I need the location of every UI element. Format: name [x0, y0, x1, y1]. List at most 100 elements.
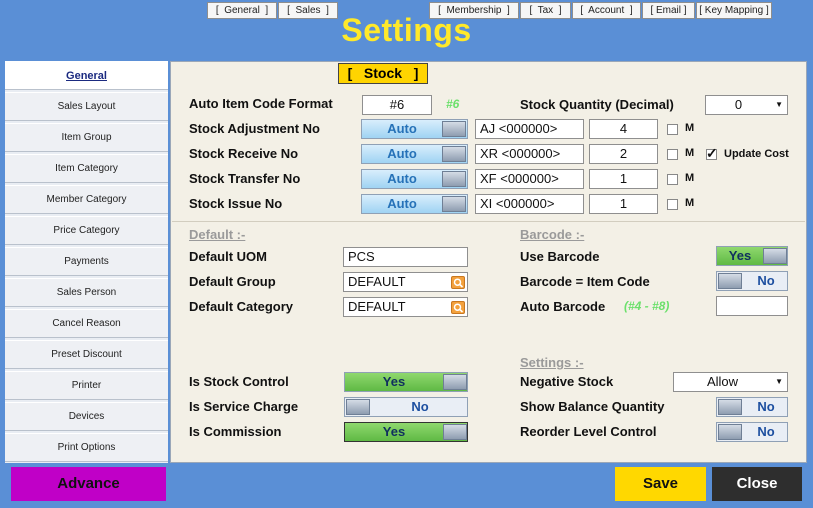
stock-receive-digits-input[interactable]: 2: [589, 144, 658, 164]
sidebar-item-item-category[interactable]: Item Category: [5, 154, 168, 183]
stock-transfer-digits-input[interactable]: 1: [589, 169, 658, 189]
sidebar-item-cancel-reason[interactable]: Cancel Reason: [5, 309, 168, 338]
stock-transfer-mode-toggle[interactable]: Auto: [361, 169, 468, 189]
sidebar-item-item-group[interactable]: Item Group: [5, 123, 168, 152]
auto-item-code-hint: #6: [446, 97, 460, 111]
service-charge-toggle[interactable]: No: [344, 397, 468, 417]
stock-adjustment-label: Stock Adjustment No: [189, 121, 320, 136]
tab-sales[interactable]: [ Sales ]: [278, 2, 338, 19]
default-uom-label: Default UOM: [189, 249, 267, 264]
toggle-knob: [442, 171, 466, 187]
tab-general[interactable]: [ General ]: [207, 2, 277, 19]
show-balance-quantity-label: Show Balance Quantity: [520, 399, 665, 414]
chevron-down-icon: ▼: [775, 377, 783, 386]
toggle-knob: [442, 121, 466, 137]
stock-transfer-manual-checkbox[interactable]: [667, 174, 678, 185]
stock-transfer-prefix-input[interactable]: XF <000000>: [475, 169, 584, 189]
tab-key-mapping[interactable]: [ Key Mapping ]: [696, 2, 772, 19]
save-button[interactable]: Save: [615, 467, 706, 501]
negative-stock-value: Allow: [706, 374, 739, 389]
sidebar-item-member-category[interactable]: Member Category: [5, 185, 168, 214]
negative-stock-select[interactable]: Allow ▼: [673, 372, 788, 392]
section-divider: [172, 221, 805, 222]
tab-membership[interactable]: [ Membership ]: [429, 2, 519, 19]
use-barcode-label: Use Barcode: [520, 249, 600, 264]
manual-label: M: [685, 147, 695, 159]
settings-sidebar: General Sales Layout Item Group Item Cat…: [5, 61, 168, 463]
default-uom-input[interactable]: PCS: [343, 247, 468, 267]
negative-stock-label: Negative Stock: [520, 374, 614, 389]
service-charge-label: Is Service Charge: [189, 399, 299, 414]
sidebar-item-general[interactable]: General: [5, 61, 168, 90]
stock-adjustment-mode-toggle[interactable]: Auto: [361, 119, 468, 139]
auto-item-code-input[interactable]: #6: [362, 95, 432, 115]
stock-issue-mode-toggle[interactable]: Auto: [361, 194, 468, 214]
default-category-input[interactable]: DEFAULT: [343, 297, 468, 317]
barcode-item-code-toggle[interactable]: No: [716, 271, 788, 291]
toggle-knob: [443, 424, 467, 440]
stock-receive-prefix-input[interactable]: XR <000000>: [475, 144, 584, 164]
default-group-input[interactable]: DEFAULT: [343, 272, 468, 292]
manual-label: M: [685, 122, 695, 134]
stock-control-toggle[interactable]: Yes: [344, 372, 468, 392]
tab-email[interactable]: [ Email ]: [642, 2, 695, 19]
auto-barcode-hint: (#4 - #8): [624, 299, 670, 313]
advance-button[interactable]: Advance: [11, 467, 166, 501]
stock-issue-prefix-input[interactable]: XI <000000>: [475, 194, 584, 214]
toggle-value: Auto: [387, 196, 417, 211]
search-icon[interactable]: [451, 301, 465, 314]
stock-issue-manual-checkbox[interactable]: [667, 199, 678, 210]
sidebar-item-price-category[interactable]: Price Category: [5, 216, 168, 245]
stock-quantity-decimal-value: 0: [734, 97, 743, 112]
sidebar-item-preset-discount[interactable]: Preset Discount: [5, 340, 168, 369]
stock-adjustment-prefix-input[interactable]: AJ <000000>: [475, 119, 584, 139]
stock-adjustment-digits-input[interactable]: 4: [589, 119, 658, 139]
stock-receive-manual-checkbox[interactable]: [667, 149, 678, 160]
stock-quantity-decimal-label: Stock Quantity (Decimal): [520, 97, 674, 112]
auto-barcode-input[interactable]: [716, 296, 788, 316]
auto-item-code-label: Auto Item Code Format: [189, 96, 333, 111]
check-icon: ✓: [706, 145, 718, 161]
sidebar-item-printer[interactable]: Printer: [5, 371, 168, 400]
toggle-value: Yes: [382, 424, 406, 439]
tab-account[interactable]: [ Account ]: [572, 2, 641, 19]
barcode-item-code-label: Barcode = Item Code: [520, 274, 650, 289]
sidebar-item-print-options[interactable]: Print Options: [5, 433, 168, 462]
close-button[interactable]: Close: [712, 467, 802, 501]
update-cost-label: Update Cost: [724, 148, 789, 160]
search-icon[interactable]: [451, 276, 465, 289]
toggle-knob: [718, 273, 742, 289]
stock-receive-mode-toggle[interactable]: Auto: [361, 144, 468, 164]
stock-issue-digits-input[interactable]: 1: [589, 194, 658, 214]
default-group-label: Default Group: [189, 274, 276, 289]
use-barcode-toggle[interactable]: Yes: [716, 246, 788, 266]
sidebar-item-payments[interactable]: Payments: [5, 247, 168, 276]
default-section-heading: Default :-: [189, 227, 246, 242]
commission-label: Is Commission: [189, 424, 282, 439]
toggle-value: No: [757, 399, 775, 414]
tab-stock[interactable]: [ Stock ]: [338, 63, 428, 84]
sidebar-item-sales-person[interactable]: Sales Person: [5, 278, 168, 307]
toggle-value: Auto: [387, 171, 417, 186]
auto-barcode-label: Auto Barcode: [520, 299, 606, 314]
reorder-level-control-label: Reorder Level Control: [520, 424, 657, 439]
stock-issue-label: Stock Issue No: [189, 196, 283, 211]
sidebar-item-sales-layout[interactable]: Sales Layout: [5, 92, 168, 121]
toggle-knob: [718, 424, 742, 440]
show-balance-quantity-toggle[interactable]: No: [716, 397, 788, 417]
reorder-level-control-toggle[interactable]: No: [716, 422, 788, 442]
default-group-value: DEFAULT: [348, 274, 406, 289]
toggle-knob: [442, 146, 466, 162]
tab-tax[interactable]: [ Tax ]: [520, 2, 571, 19]
stock-adjustment-manual-checkbox[interactable]: [667, 124, 678, 135]
commission-toggle[interactable]: Yes: [344, 422, 468, 442]
stock-receive-label: Stock Receive No: [189, 146, 299, 161]
sidebar-item-devices[interactable]: Devices: [5, 402, 168, 431]
toggle-value: No: [757, 424, 775, 439]
manual-label: M: [685, 197, 695, 209]
manual-label: M: [685, 172, 695, 184]
toggle-knob: [718, 399, 742, 415]
toggle-knob: [763, 248, 787, 264]
toggle-value: Yes: [728, 248, 752, 263]
stock-quantity-decimal-select[interactable]: 0 ▼: [705, 95, 788, 115]
